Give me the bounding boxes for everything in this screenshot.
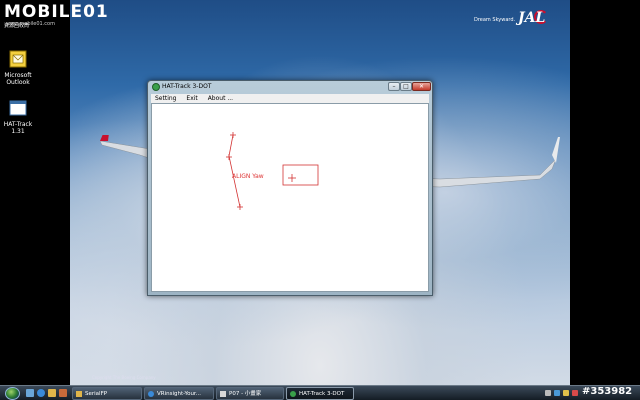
recycle-bin-label[interactable]: 資源回收筒: [4, 22, 29, 29]
task-label: HAT-Track 3-DOT: [299, 391, 345, 397]
app-icon: [152, 83, 160, 91]
task-label: P07 - 小畫家: [229, 391, 262, 397]
wallpaper-copyright: Copyright The Boeing Company: [92, 375, 156, 380]
image-id-badge: #353982: [582, 386, 633, 397]
yaw-align-line: [228, 134, 241, 208]
wingtip-left: [100, 135, 109, 141]
menu-setting[interactable]: Setting: [151, 94, 180, 103]
window-title: HAT-Track 3-DOT: [162, 83, 212, 90]
menu-exit[interactable]: Exit: [182, 94, 201, 103]
window-titlebar[interactable]: HAT-Track 3-DOT – □ ✕: [148, 81, 432, 94]
target-box: [282, 164, 319, 186]
crosshair-mid-icon: [226, 154, 232, 160]
folder-icon: [76, 391, 82, 397]
target-crosshair-icon: [288, 174, 296, 182]
start-button[interactable]: [5, 387, 20, 400]
wallpaper-slogan: Dream Skyward.: [474, 17, 516, 23]
minimize-button[interactable]: –: [388, 82, 400, 91]
tray-volume-icon[interactable]: [563, 390, 569, 396]
tray-app-icon[interactable]: [572, 390, 578, 396]
task-label: VRinsight-Your...: [157, 391, 201, 397]
taskbar: SerialFP VRinsight-Your... P07 - 小畫家 HAT…: [0, 385, 640, 400]
desktop-right-strip: [570, 0, 640, 385]
desktop-icon-outlook[interactable]: Microsoft Outlook: [0, 50, 36, 86]
watermark-brand: MOBILE01: [4, 2, 109, 22]
task-hat-track[interactable]: HAT-Track 3-DOT: [286, 387, 354, 400]
tray-arrow-icon[interactable]: [545, 390, 551, 396]
crosshair-bottom-icon: [237, 204, 243, 210]
tracking-canvas[interactable]: ALIGN Yaw: [151, 103, 429, 292]
ie-icon[interactable]: [37, 389, 45, 397]
maximize-button[interactable]: □: [400, 82, 412, 91]
media-icon[interactable]: [59, 389, 67, 397]
align-yaw-label: ALIGN Yaw: [232, 173, 264, 180]
show-desktop-icon[interactable]: [26, 389, 34, 397]
task-vrinsight[interactable]: VRinsight-Your...: [144, 387, 214, 400]
menu-about[interactable]: About ...: [204, 94, 237, 103]
task-serialfp[interactable]: SerialFP: [72, 387, 142, 400]
task-label: SerialFP: [85, 391, 108, 397]
hat-track-icon: [9, 100, 27, 116]
desktop-icon-label: Microsoft Outlook: [4, 72, 32, 86]
close-button[interactable]: ✕: [412, 82, 431, 91]
tracking-drawing: [226, 132, 319, 210]
tray-network-icon[interactable]: [554, 390, 560, 396]
task-paint[interactable]: P07 - 小畫家: [216, 387, 284, 400]
desktop-icon-hat-track[interactable]: HAT-Track 1.31: [0, 99, 36, 135]
desktop-icon-label: HAT-Track 1.31: [3, 121, 33, 135]
app-window[interactable]: HAT-Track 3-DOT – □ ✕ Setting Exit About…: [147, 80, 433, 296]
folder-icon[interactable]: [48, 389, 56, 397]
ie-icon: [148, 391, 154, 397]
jal-logo: JAL: [518, 10, 546, 26]
menu-bar: Setting Exit About ...: [151, 94, 429, 103]
app-icon: [290, 391, 296, 397]
outlook-icon: [9, 50, 27, 68]
crosshair-top-icon: [230, 132, 236, 138]
paint-icon: [220, 391, 226, 397]
